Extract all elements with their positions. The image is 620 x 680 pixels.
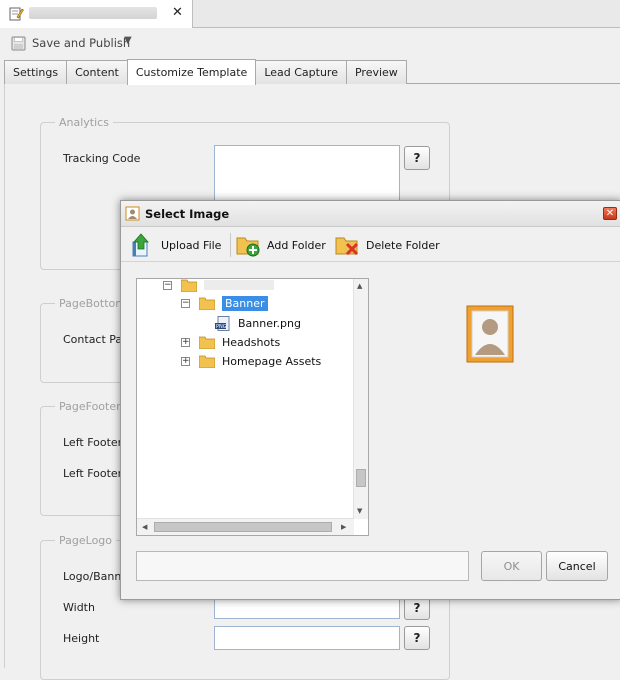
cancel-button[interactable]: Cancel	[546, 551, 608, 581]
vertical-scroll-thumb[interactable]	[356, 469, 366, 487]
upload-icon	[132, 233, 149, 257]
tree-row-homepage-assets[interactable]: + Homepage Assets	[181, 353, 321, 369]
image-preview-placeholder-icon	[466, 305, 514, 363]
svg-text:PNG: PNG	[216, 324, 227, 330]
page-footer-legend: PageFooter	[55, 400, 125, 413]
folder-icon	[199, 336, 215, 349]
save-and-publish-label: Save and Publish	[32, 36, 131, 50]
tree-row-banner-png[interactable]: PNG Banner.png	[215, 315, 301, 331]
tree-root-row[interactable]: −	[163, 277, 274, 293]
image-user-icon	[125, 206, 140, 221]
tab-preview[interactable]: Preview	[345, 60, 407, 84]
png-file-icon: PNG	[215, 315, 230, 331]
delete-folder-button[interactable]: Delete Folder	[334, 231, 440, 259]
document-tab[interactable]: ✕	[0, 0, 193, 28]
folder-tree[interactable]: − − Banner PNG Banner.png + Headshots + …	[136, 278, 369, 536]
folder-open-icon	[181, 279, 197, 292]
upload-file-button[interactable]: Upload File	[129, 231, 221, 259]
document-tab-bar: ✕	[0, 0, 620, 28]
ok-button[interactable]: OK	[481, 551, 542, 581]
left-footer-label-2: Left Footer	[63, 467, 123, 480]
horizontal-scroll-thumb[interactable]	[154, 522, 332, 532]
tracking-code-label: Tracking Code	[63, 152, 141, 165]
tracking-code-textarea[interactable]	[214, 145, 400, 205]
root-folder-name-redacted	[204, 280, 274, 290]
left-footer-label-1: Left Footer	[63, 436, 123, 449]
edit-document-icon	[9, 7, 24, 21]
toolbar: Save and Publish ▼	[0, 29, 620, 57]
scroll-down-icon[interactable]: ▼	[357, 507, 362, 515]
expand-icon[interactable]: +	[181, 337, 190, 347]
close-tab-icon[interactable]: ✕	[172, 5, 183, 20]
scroll-right-icon[interactable]: ▶	[341, 523, 346, 531]
width-label: Width	[63, 601, 95, 614]
tab-content[interactable]: Content	[66, 60, 128, 84]
tree-horizontal-scrollbar[interactable]: ◀ ▶	[137, 518, 354, 535]
expand-icon[interactable]: +	[181, 356, 190, 366]
toolbar-separator	[230, 233, 231, 257]
delete-folder-icon	[335, 237, 359, 256]
folder-icon	[199, 355, 215, 368]
delete-folder-label: Delete Folder	[366, 238, 440, 252]
add-folder-label: Add Folder	[267, 238, 326, 252]
tree-label-banner: Banner	[222, 295, 268, 311]
scroll-up-icon[interactable]: ▲	[357, 282, 362, 290]
tree-label-banner-png: Banner.png	[238, 316, 301, 330]
tree-vertical-scrollbar[interactable]: ▲ ▼	[353, 279, 368, 519]
save-and-publish-button[interactable]: Save and Publish	[11, 34, 130, 52]
main-tabs: Settings Content Customize Template Lead…	[4, 59, 407, 85]
tracking-code-help-button[interactable]: ?	[404, 146, 430, 170]
logo-banner-label: Logo/Banne	[63, 570, 129, 583]
tree-label-headshots: Headshots	[222, 335, 281, 349]
document-title-redacted	[29, 7, 157, 19]
page-logo-legend: PageLogo	[55, 534, 117, 547]
tree-label-homepage-assets: Homepage Assets	[222, 354, 322, 368]
dialog-title: Select Image	[145, 207, 230, 221]
chevron-down-icon[interactable]: ▼	[124, 35, 132, 46]
tab-customize-template[interactable]: Customize Template	[126, 59, 257, 85]
analytics-legend: Analytics	[55, 116, 113, 129]
add-folder-icon	[236, 237, 260, 257]
dialog-title-bar[interactable]: Select Image ✕	[121, 201, 620, 227]
height-label: Height	[63, 632, 100, 645]
scroll-left-icon[interactable]: ◀	[142, 523, 147, 531]
add-folder-button[interactable]: Add Folder	[235, 231, 326, 259]
dialog-toolbar: Upload File Add Folder Delete Folder	[121, 228, 620, 262]
tab-settings[interactable]: Settings	[4, 60, 68, 84]
dialog-close-icon[interactable]: ✕	[603, 207, 617, 220]
folder-open-icon	[199, 297, 215, 310]
upload-file-label: Upload File	[161, 238, 222, 252]
collapse-icon[interactable]: −	[163, 280, 172, 290]
page-bottom-legend: PageBottom	[55, 297, 130, 310]
tab-lead-capture[interactable]: Lead Capture	[255, 60, 347, 84]
floppy-disk-icon	[11, 36, 26, 50]
collapse-icon[interactable]: −	[181, 298, 190, 308]
selected-path-input[interactable]	[136, 551, 469, 581]
tree-row-headshots[interactable]: + Headshots	[181, 334, 280, 350]
height-help-button[interactable]: ?	[404, 626, 430, 650]
select-image-dialog: Select Image ✕ Upload File Add Folder De…	[120, 200, 620, 600]
height-input[interactable]	[214, 626, 400, 650]
tree-row-banner[interactable]: − Banner	[181, 295, 268, 311]
